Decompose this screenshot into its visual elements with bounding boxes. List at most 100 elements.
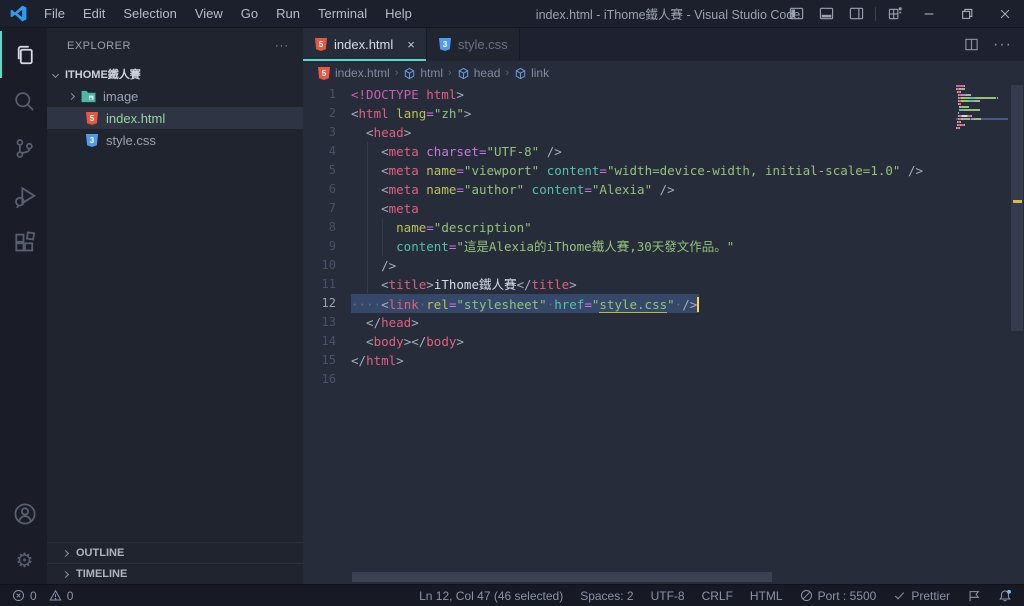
code-line-1[interactable]: 1 <!DOCTYPE html>	[303, 85, 1024, 104]
line-text: />	[351, 258, 397, 273]
activity-extensions-icon[interactable]	[0, 219, 47, 266]
status-crlf[interactable]: CRLF	[702, 589, 733, 603]
more-actions-button[interactable]: ···	[993, 36, 1012, 54]
scrollbar-slider[interactable]	[1011, 85, 1023, 331]
bell-icon	[998, 589, 1012, 603]
code-line-9[interactable]: 9 content="這是Alexia的iThome鐵人賽,30天發文作品。"	[303, 237, 1024, 256]
minimap-line	[956, 124, 1008, 126]
minimap[interactable]	[956, 85, 1008, 133]
menu-item-terminal[interactable]: Terminal	[309, 0, 376, 27]
breadcrumb-label: head	[473, 66, 501, 80]
status-ln-12-col-47-46-selected[interactable]: Ln 12, Col 47 (46 selected)	[419, 589, 563, 603]
code-line-7[interactable]: 7 <meta	[303, 199, 1024, 218]
svg-text:5: 5	[322, 69, 327, 78]
status-html[interactable]: HTML	[750, 589, 783, 603]
tab-style-css[interactable]: 3 style.css	[426, 28, 520, 61]
tree-item-style-css[interactable]: 3 style.css	[47, 129, 303, 151]
line-text: <html lang="zh">	[351, 106, 472, 121]
code-line-15[interactable]: 15 </html>	[303, 351, 1024, 370]
code-line-5[interactable]: 5 <meta name="viewport" content="width=d…	[303, 161, 1024, 180]
explorer-more-actions-button[interactable]: ···	[275, 40, 289, 52]
feedback-icon	[967, 589, 981, 603]
breadcrumb-separator: ›	[394, 67, 399, 79]
activity-settings-gear-icon[interactable]: ⚙	[0, 537, 47, 584]
horizontal-scrollbar[interactable]	[352, 572, 772, 582]
css-icon: 3	[85, 133, 99, 148]
close-button[interactable]	[986, 0, 1024, 27]
vertical-scrollbar[interactable]	[1010, 85, 1024, 584]
title-bar: File Edit Selection View Go Run Terminal Help i…	[0, 0, 1024, 28]
status-prettier[interactable]: Prettier	[893, 589, 950, 603]
section-outline[interactable]: OUTLINE	[47, 542, 303, 563]
close-tab-button[interactable]: ×	[407, 37, 415, 52]
toggle-secondary-sidebar-icon[interactable]	[841, 0, 871, 27]
breadcrumb-separator: ›	[505, 67, 510, 79]
code-line-12[interactable]: 12 ····<link·rel="stylesheet"·href="style…	[303, 294, 1024, 313]
code-line-2[interactable]: 2 <html lang="zh">	[303, 104, 1024, 123]
svg-text:5: 5	[319, 40, 324, 49]
code-line-13[interactable]: 13 </head>	[303, 313, 1024, 332]
tree-item-image[interactable]: image	[47, 85, 303, 107]
line-number: 14	[321, 334, 336, 348]
toggle-panel-icon[interactable]	[811, 0, 841, 27]
status-spaces-2[interactable]: Spaces: 2	[580, 589, 633, 603]
menu-item-edit[interactable]: Edit	[74, 0, 114, 27]
status-error[interactable]: 0	[12, 589, 37, 603]
status-port-5500[interactable]: Port : 5500	[800, 589, 876, 603]
menu-item-file[interactable]: File	[35, 0, 74, 27]
overview-ruler-marker	[1013, 200, 1022, 203]
status-utf-8[interactable]: UTF-8	[651, 589, 685, 603]
menu-item-view[interactable]: View	[186, 0, 232, 27]
line-number: 5	[328, 163, 336, 177]
section-timeline[interactable]: TIMELINE	[47, 563, 303, 584]
activity-explorer-icon[interactable]	[0, 31, 47, 78]
status-feedback-icon[interactable]	[967, 589, 981, 603]
minimap-line	[956, 130, 1008, 132]
code-line-10[interactable]: 10 />	[303, 256, 1024, 275]
section-label: OUTLINE	[76, 547, 125, 559]
tab-index-html[interactable]: 5 index.html ×	[303, 28, 427, 61]
activity-account-icon[interactable]	[0, 490, 47, 537]
code-line-6[interactable]: 6 <meta name="author" content="Alexia" /…	[303, 180, 1024, 199]
line-number: 12	[321, 296, 336, 310]
line-text: <meta name="viewport" content="width=dev…	[351, 163, 924, 178]
activity-search-icon[interactable]	[0, 78, 47, 125]
line-number: 3	[328, 125, 336, 139]
breadcrumb-item-link[interactable]: link	[514, 66, 549, 80]
code-line-8[interactable]: 8 name="description"	[303, 218, 1024, 237]
menu-item-selection[interactable]: Selection	[114, 0, 185, 27]
minimap-line	[956, 100, 1008, 102]
status-warning[interactable]: 0	[49, 589, 73, 603]
menu-item-help[interactable]: Help	[376, 0, 421, 27]
breadcrumb-item-index-html[interactable]: 5 index.html	[317, 66, 390, 81]
split-editor-button[interactable]	[964, 37, 979, 52]
chevron-right-icon	[67, 92, 76, 100]
code-line-16[interactable]: 16	[303, 370, 1024, 389]
breadcrumb-item-head[interactable]: head	[457, 66, 501, 80]
customize-layout-icon[interactable]	[880, 0, 910, 27]
menu-item-run[interactable]: Run	[267, 0, 309, 27]
titlebar-separator	[875, 6, 876, 21]
status-label: UTF-8	[650, 588, 685, 603]
menu-item-go[interactable]: Go	[232, 0, 267, 27]
code-line-14[interactable]: 14 <body></body>	[303, 332, 1024, 351]
line-text: <title>iThome鐵人賽</title>	[351, 277, 577, 292]
restore-button[interactable]	[948, 0, 986, 27]
file-label: style.css	[106, 132, 156, 148]
minimize-button[interactable]	[910, 0, 948, 27]
code-line-4[interactable]: 4 <meta charset="UTF-8" />	[303, 142, 1024, 161]
activity-run-debug-icon[interactable]	[0, 172, 47, 219]
status-label: HTML	[749, 588, 783, 603]
code-line-3[interactable]: 3 <head>	[303, 123, 1024, 142]
breadcrumb-item-html[interactable]: html	[403, 66, 443, 80]
minimap-line	[956, 91, 1008, 93]
activity-source-control-icon[interactable]	[0, 125, 47, 172]
status-bell-icon[interactable]	[998, 589, 1012, 603]
line-number: 10	[321, 258, 336, 272]
file-tree: image 5 index.html 3 style.css	[47, 85, 303, 151]
code-line-11[interactable]: 11 <title>iThome鐵人賽</title>	[303, 275, 1024, 294]
root-folder-row[interactable]: ITHOME鐵人賽	[47, 63, 303, 85]
section-label: TIMELINE	[76, 568, 128, 580]
code-editor[interactable]: 1 <!DOCTYPE html> 2 <html lang="zh"> 3 <head…	[303, 85, 1024, 584]
tree-item-index-html[interactable]: 5 index.html	[47, 107, 303, 129]
